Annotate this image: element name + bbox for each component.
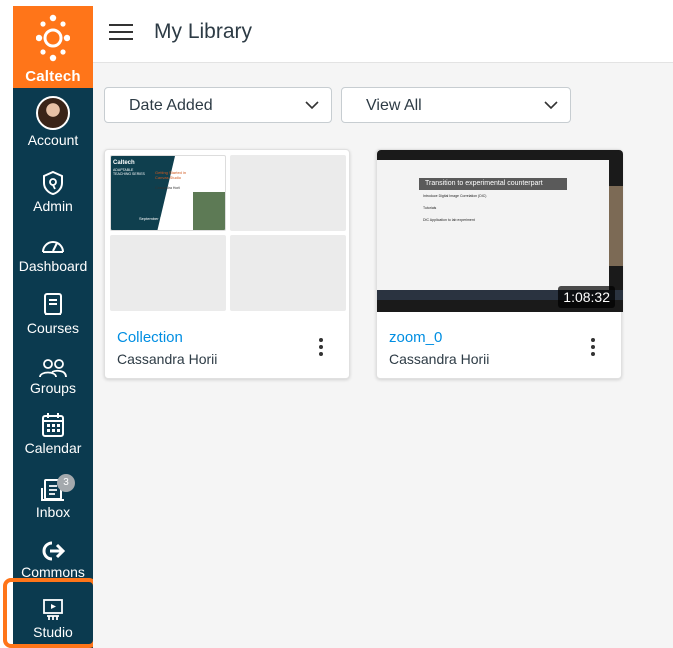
video-card[interactable]: Transition to experimental counterpart I… — [376, 149, 623, 379]
groups-icon — [39, 359, 67, 378]
card-owner: Cassandra Horii — [117, 351, 218, 367]
more-options-icon[interactable] — [591, 338, 595, 359]
global-nav-sidebar: Caltech Account Admin Dashboard Courses — [13, 6, 93, 648]
dashboard-icon — [42, 241, 64, 253]
slide-line: Tutorials — [423, 206, 437, 210]
nav-label-groups: Groups — [30, 380, 76, 396]
thumb-presenter: Cassandra Horii — [155, 186, 181, 190]
sort-select[interactable]: Date Added — [104, 87, 332, 123]
thumb-date: September 1, 2020 — [139, 216, 174, 221]
nav-label-calendar: Calendar — [24, 440, 82, 456]
collection-thumbnail: Caltech ADAPTABLE TEACHING SERIES Gettin… — [110, 155, 226, 231]
slide-line: DIC Application to lab experiment — [423, 218, 475, 222]
nav-item-account[interactable]: Account — [13, 96, 93, 148]
card-title-link[interactable]: Collection — [117, 329, 183, 346]
nav-item-inbox[interactable]: 3 Inbox — [13, 474, 93, 520]
commons-icon — [42, 541, 65, 561]
sort-select-value: Date Added — [129, 97, 213, 114]
book-icon — [44, 293, 62, 315]
nav-item-commons[interactable]: Commons — [13, 540, 93, 580]
card-title-link[interactable]: zoom_0 — [389, 329, 442, 346]
inbox-unread-badge: 3 — [57, 474, 75, 492]
hamburger-menu-icon[interactable] — [109, 24, 133, 40]
view-filter-select[interactable]: View All — [341, 87, 571, 123]
video-duration: 1:08:32 — [558, 286, 615, 308]
nav-item-dashboard[interactable]: Dashboard — [13, 234, 93, 274]
thumb-heading: Getting Started in Canvas Studio — [155, 170, 187, 180]
avatar — [36, 96, 70, 130]
more-options-icon[interactable] — [319, 338, 323, 359]
nav-label-dashboard: Dashboard — [18, 258, 88, 274]
caltech-logo[interactable]: Caltech — [13, 6, 93, 88]
calendar-icon — [42, 413, 64, 437]
collection-card[interactable]: Caltech ADAPTABLE TEACHING SERIES Gettin… — [104, 149, 350, 379]
nav-item-courses[interactable]: Courses — [13, 292, 93, 336]
slide-line: Introduce Digital Image Correlation (DIC… — [423, 194, 487, 198]
thumb-brand: Caltech — [113, 160, 135, 166]
nav-item-groups[interactable]: Groups — [13, 358, 93, 396]
collection-thumbnail-grid: Caltech ADAPTABLE TEACHING SERIES Gettin… — [110, 155, 346, 311]
nav-item-calendar[interactable]: Calendar — [13, 412, 93, 456]
page-header: My Library — [93, 0, 673, 63]
brand-label: Caltech — [25, 68, 81, 85]
chevron-down-icon — [305, 101, 319, 110]
library-content: Date Added View All Caltech ADAPTABLE TE… — [93, 63, 673, 648]
nav-label-admin: Admin — [33, 198, 73, 214]
collection-placeholder — [230, 155, 346, 231]
nav-label-inbox: Inbox — [35, 504, 71, 520]
canvas-logo-icon — [36, 14, 70, 62]
nav-label-courses: Courses — [26, 320, 80, 336]
view-select-value: View All — [366, 97, 422, 114]
thumb-series: ADAPTABLE TEACHING SERIES — [113, 168, 145, 176]
chevron-down-icon — [544, 101, 558, 110]
shield-icon — [43, 170, 63, 196]
nav-label-account: Account — [27, 132, 79, 148]
video-thumbnail[interactable]: Transition to experimental counterpart I… — [377, 150, 623, 312]
card-owner: Cassandra Horii — [389, 351, 490, 367]
page-title: My Library — [154, 20, 253, 43]
slide-title: Transition to experimental counterpart — [419, 178, 567, 190]
collection-placeholder — [110, 235, 226, 311]
collection-placeholder — [230, 235, 346, 311]
studio-highlight-outline — [3, 578, 97, 648]
nav-item-admin[interactable]: Admin — [13, 170, 93, 214]
